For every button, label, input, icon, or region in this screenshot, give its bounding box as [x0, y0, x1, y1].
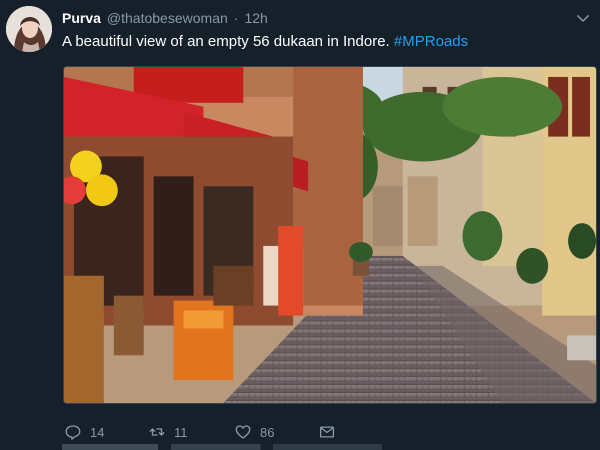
heart-icon: [234, 423, 252, 441]
tweet-text: A beautiful view of an empty 56 dukaan i…: [62, 33, 468, 50]
reply-count: 14: [90, 424, 105, 440]
avatar-image: [6, 6, 52, 52]
tweet[interactable]: Purva @thatobesewoman · 12h A beautiful …: [0, 0, 600, 450]
direct-message-button[interactable]: [318, 423, 336, 441]
hashtag-link[interactable]: #MPRoads: [394, 33, 468, 50]
like-button[interactable]: 86: [234, 423, 274, 441]
tweet-header: Purva @thatobesewoman · 12h: [62, 9, 268, 27]
street-photo: [64, 67, 596, 403]
envelope-icon: [318, 423, 336, 441]
author-handle[interactable]: @thatobesewoman: [107, 10, 228, 26]
tweet-actions: 14 11 86: [62, 422, 362, 442]
timestamp[interactable]: 12h: [244, 10, 267, 26]
retweet-button[interactable]: 11: [148, 423, 188, 441]
retweet-icon: [148, 423, 166, 441]
separator: ·: [233, 10, 239, 26]
tweet-body: A beautiful view of an empty 56 dukaan i…: [62, 33, 390, 50]
avatar[interactable]: [6, 6, 52, 52]
author-name[interactable]: Purva: [62, 10, 101, 26]
chevron-down-icon[interactable]: [574, 9, 592, 27]
tweet-photo[interactable]: [63, 66, 597, 404]
reply-button[interactable]: 14: [64, 423, 104, 441]
next-tweet-edge: [62, 444, 382, 450]
retweet-count: 11: [174, 424, 188, 440]
reply-icon: [64, 423, 82, 441]
like-count: 86: [260, 424, 275, 440]
